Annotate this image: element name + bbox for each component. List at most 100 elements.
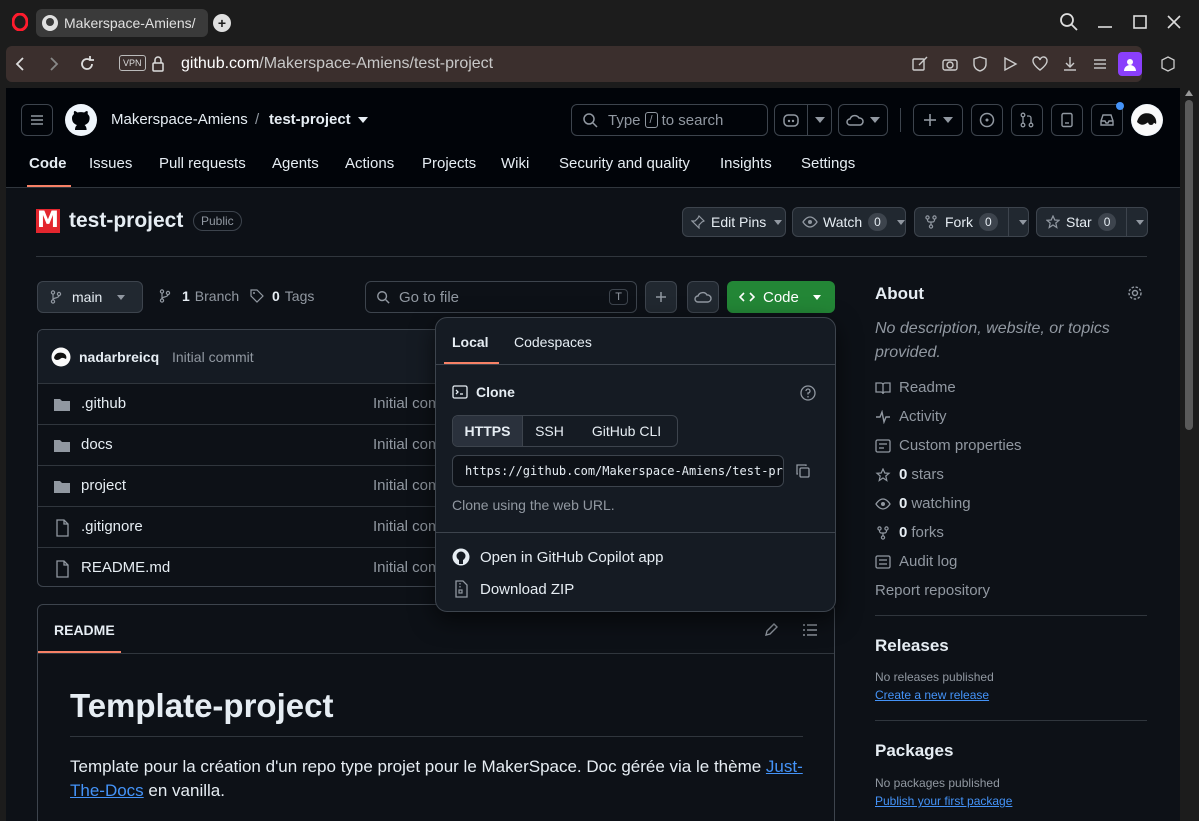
search-input[interactable]: Type / to search xyxy=(571,104,768,136)
file-name[interactable]: docs xyxy=(81,436,113,453)
repo-title[interactable]: test-project xyxy=(69,209,183,233)
packages-title[interactable]: Packages xyxy=(875,741,953,761)
help-icon[interactable] xyxy=(800,385,816,401)
create-new-button[interactable] xyxy=(913,104,963,136)
file-name[interactable]: .gitignore xyxy=(81,518,143,535)
shield-icon[interactable] xyxy=(971,55,989,73)
watching-link[interactable]: 0 watching xyxy=(875,495,971,512)
fork-button[interactable]: Fork 0 xyxy=(914,207,1029,237)
vpn-badge[interactable]: VPN xyxy=(119,55,146,71)
file-name[interactable]: project xyxy=(81,477,126,494)
readme-link[interactable]: Readme xyxy=(875,379,956,396)
go-to-file-input[interactable]: Go to file T xyxy=(365,281,637,313)
commit-avatar[interactable] xyxy=(51,347,71,367)
popover-tab-codespaces[interactable]: Codespaces xyxy=(514,334,592,350)
scroll-up-icon[interactable] xyxy=(1185,90,1193,96)
create-release-link[interactable]: Create a new release xyxy=(875,688,989,702)
file-name[interactable]: README.md xyxy=(81,559,170,576)
lock-icon[interactable] xyxy=(149,55,167,73)
readme-tab[interactable]: README xyxy=(54,622,115,638)
cloud-agent-button[interactable] xyxy=(838,104,888,136)
tab-security-and-quality[interactable]: Security and quality xyxy=(559,155,690,172)
tab-settings[interactable]: Settings xyxy=(801,155,855,172)
star-button[interactable]: Star 0 xyxy=(1036,207,1148,237)
back-icon[interactable] xyxy=(12,55,30,73)
repo-link[interactable]: test-project xyxy=(269,111,351,128)
download-zip-item[interactable]: Download ZIP xyxy=(452,580,574,598)
add-file-button[interactable] xyxy=(645,281,677,313)
just-the-docs-link[interactable]: Just- xyxy=(766,757,803,776)
tab-actions[interactable]: Actions xyxy=(345,155,394,172)
pull-requests-button[interactable] xyxy=(1011,104,1043,136)
commit-message[interactable]: Initial commit xyxy=(172,349,254,365)
avatar[interactable] xyxy=(1131,104,1163,136)
branch-selector[interactable]: main xyxy=(37,281,143,313)
file-commit-message[interactable]: Initial com xyxy=(373,518,441,535)
outline-list-icon[interactable] xyxy=(802,622,818,638)
gear-icon[interactable] xyxy=(1127,285,1143,301)
chevron-down-icon[interactable] xyxy=(358,117,368,123)
file-commit-message[interactable]: Initial com xyxy=(373,395,441,412)
file-commit-message[interactable]: Initial com xyxy=(373,477,441,494)
new-tab-button[interactable]: + xyxy=(213,14,231,32)
minimize-icon[interactable] xyxy=(1095,12,1115,32)
just-the-docs-link-cont[interactable]: The-Docs xyxy=(70,781,144,800)
report-repository-link[interactable]: Report repository xyxy=(875,582,990,599)
url-text[interactable]: github.com/Makerspace-Amiens/test-projec… xyxy=(181,55,493,73)
github-logo-icon[interactable] xyxy=(65,104,97,136)
close-window-icon[interactable] xyxy=(1164,12,1184,32)
heart-icon[interactable] xyxy=(1031,55,1049,73)
maximize-icon[interactable] xyxy=(1130,12,1150,32)
tab-insights[interactable]: Insights xyxy=(720,155,772,172)
watch-button[interactable]: Watch 0 xyxy=(792,207,906,237)
commit-author[interactable]: nadarbreicq xyxy=(79,349,159,365)
opera-logo-icon[interactable] xyxy=(12,13,28,31)
custom-properties-link[interactable]: Custom properties xyxy=(875,437,1022,454)
menu-icon[interactable] xyxy=(1091,55,1109,73)
protocol-github-cli[interactable]: GitHub CLI xyxy=(576,416,677,446)
download-icon[interactable] xyxy=(1061,55,1079,73)
file-commit-message[interactable]: Initial com xyxy=(373,436,441,453)
browser-tab-active[interactable]: Makerspace-Amiens/ xyxy=(36,9,208,37)
send-icon[interactable] xyxy=(1001,55,1019,73)
releases-title[interactable]: Releases xyxy=(875,636,949,656)
tab-projects[interactable]: Projects xyxy=(422,155,476,172)
profile-button[interactable] xyxy=(1118,52,1142,76)
tab-code[interactable]: Code xyxy=(29,155,67,172)
forward-icon[interactable] xyxy=(44,55,62,73)
file-commit-message[interactable]: Initial com xyxy=(373,559,441,576)
tab-issues[interactable]: Issues xyxy=(89,155,132,172)
protocol-https[interactable]: HTTPS xyxy=(453,416,523,446)
tab-pull-requests[interactable]: Pull requests xyxy=(159,155,246,172)
codespace-cloud-button[interactable] xyxy=(687,281,719,313)
extension-cube-icon[interactable] xyxy=(1160,56,1176,72)
pencil-icon[interactable] xyxy=(763,622,779,638)
copilot-button[interactable] xyxy=(774,104,832,136)
open-copilot-app-item[interactable]: Open in GitHub Copilot app xyxy=(452,548,663,566)
publish-package-link[interactable]: Publish your first package xyxy=(875,794,1012,808)
scrollbar-thumb[interactable] xyxy=(1185,100,1193,430)
edit-icon[interactable] xyxy=(911,55,929,73)
hamburger-button[interactable] xyxy=(21,104,53,136)
owner-link[interactable]: Makerspace-Amiens xyxy=(111,111,248,128)
tags-link[interactable]: 0 Tags xyxy=(250,288,314,304)
issues-button[interactable] xyxy=(971,104,1003,136)
search-tabs-icon[interactable] xyxy=(1059,12,1079,32)
copy-icon[interactable] xyxy=(795,463,811,479)
popover-tab-local[interactable]: Local xyxy=(452,334,489,350)
branches-link[interactable]: 1 Branch xyxy=(159,288,239,304)
reload-icon[interactable] xyxy=(78,55,96,73)
activity-link[interactable]: Activity xyxy=(875,408,947,425)
edit-pins-button[interactable]: Edit Pins xyxy=(682,207,786,237)
forks-link[interactable]: 0 forks xyxy=(875,524,944,541)
clone-url-input[interactable]: https://github.com/Makerspace-Amiens/tes… xyxy=(452,455,784,487)
tab-agents[interactable]: Agents xyxy=(272,155,319,172)
code-button[interactable]: Code xyxy=(727,281,835,313)
camera-icon[interactable] xyxy=(941,55,959,73)
repositories-button[interactable] xyxy=(1051,104,1083,136)
stars-link[interactable]: 0 stars xyxy=(875,466,944,483)
file-name[interactable]: .github xyxy=(81,395,126,412)
page-scrollbar[interactable] xyxy=(1181,88,1199,821)
protocol-ssh[interactable]: SSH xyxy=(523,416,576,446)
audit-log-link[interactable]: Audit log xyxy=(875,553,957,570)
